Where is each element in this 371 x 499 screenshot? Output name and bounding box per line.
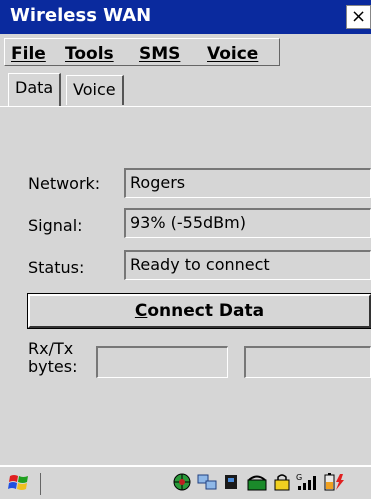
tab-voice[interactable]: Voice	[66, 75, 124, 105]
network-field: Rogers	[124, 168, 371, 198]
taskbar: G	[0, 465, 371, 499]
rxtx-label-line2: bytes:	[28, 357, 78, 376]
phone-icon[interactable]	[246, 472, 267, 492]
rxtx-label: Rx/Tx bytes:	[28, 340, 77, 376]
menu-frame: File Tools SMS Voice	[4, 38, 280, 66]
connect-button-mnemonic: C	[134, 301, 148, 321]
tab-divider	[0, 106, 371, 107]
tx-bytes-field	[244, 346, 371, 378]
status-label: Status:	[28, 258, 85, 277]
connect-data-button[interactable]: Connect Data	[27, 293, 371, 329]
network-label: Network:	[28, 174, 101, 193]
menu-file[interactable]: File	[11, 44, 46, 64]
network-icon[interactable]	[196, 472, 217, 492]
globe-icon[interactable]	[172, 472, 192, 492]
rx-bytes-field	[96, 346, 228, 378]
window-title: Wireless WAN	[10, 5, 152, 26]
signal-bars-icon[interactable]: G	[296, 472, 316, 492]
start-windows-icon[interactable]	[8, 472, 28, 492]
svg-text:G: G	[296, 473, 302, 482]
connect-button-label: onnect Data	[147, 301, 265, 321]
menu-voice[interactable]: Voice	[207, 44, 258, 64]
tab-data[interactable]: Data	[8, 73, 62, 107]
close-button[interactable]: ×	[346, 5, 371, 29]
title-bar: Wireless WAN ×	[0, 0, 371, 34]
rxtx-label-line1: Rx/Tx	[28, 339, 74, 358]
signal-field: 93% (-55dBm)	[124, 208, 371, 238]
taskbar-divider	[40, 473, 41, 495]
battery-charging-icon[interactable]	[322, 472, 344, 492]
battery-lock-icon[interactable]	[272, 472, 292, 492]
signal-label: Signal:	[28, 216, 83, 235]
card-icon[interactable]	[222, 472, 242, 492]
status-field: Ready to connect	[124, 250, 371, 280]
menu-tools[interactable]: Tools	[65, 44, 114, 64]
menu-bar: File Tools SMS Voice	[0, 34, 371, 69]
menu-sms[interactable]: SMS	[139, 44, 180, 64]
